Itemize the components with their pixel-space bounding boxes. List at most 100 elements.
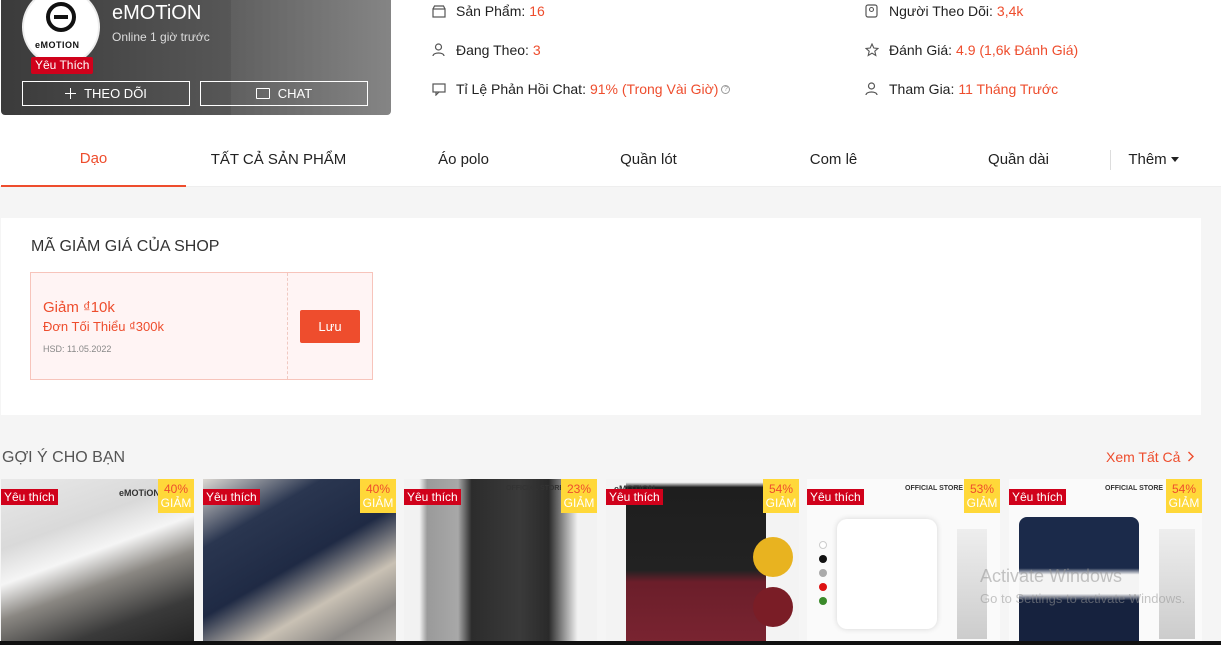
- discount-badge: 40% GIẢM: [158, 479, 194, 513]
- color-swatch-red: [753, 587, 793, 627]
- chat-icon: [431, 82, 446, 97]
- logo-text: eMOTION: [35, 40, 80, 50]
- taskbar-edge: [0, 641, 1221, 645]
- save-voucher-button[interactable]: Lưu: [300, 310, 360, 343]
- stat-chat-response-value: 91% (Trong Vài Giờ): [589, 81, 719, 97]
- product-brand: OFFICIAL STORE: [1105, 485, 1164, 492]
- see-all-label: Xem Tất Cả: [1106, 449, 1181, 465]
- stat-rating-label: Đánh Giá:: [889, 42, 953, 58]
- color-dot: [819, 541, 827, 549]
- discount-percent: 40%: [365, 482, 391, 496]
- vouchers-title: MÃ GIẢM GIÁ CỦA SHOP: [31, 238, 220, 255]
- followers-icon: [864, 4, 879, 19]
- product-card[interactable]: eMOTION Yêu thích 54%GIẢM: [606, 479, 799, 645]
- stat-chat-response: Tỉ Lệ Phản Hồi Chat: 91% (Trong Vài Giờ)…: [431, 81, 731, 97]
- favorite-badge: Yêu thích: [1009, 489, 1066, 505]
- tab-trousers[interactable]: Quần dài: [926, 132, 1111, 187]
- category-tabs: Dạo TẤT CẢ SẢN PHẨM Áo polo Quần lót Com…: [0, 132, 1221, 187]
- product-card[interactable]: OFFICIAL STORE Yêu thích 54% GIẢM: [1009, 479, 1202, 645]
- product-card[interactable]: eMOTiON Yêu thích 40% GIẢM: [1, 479, 194, 645]
- shop-name: eMOTiON: [112, 2, 202, 24]
- color-dot: [819, 555, 827, 563]
- product-brand: eMOTiON: [119, 488, 160, 498]
- stat-followers: Người Theo Dõi: 3,4k: [864, 3, 1023, 19]
- product-card[interactable]: Yêu thích 40% GIẢM: [203, 479, 396, 645]
- stat-rating: Đánh Giá: 4.9 (1,6k Đánh Giá): [864, 42, 1078, 58]
- discount-percent: 23%: [566, 482, 592, 496]
- user-joined-icon: [864, 82, 879, 97]
- favorite-badge: Yêu thích: [606, 489, 663, 505]
- stat-chat-response-label: Tỉ Lệ Phản Hồi Chat:: [456, 81, 586, 97]
- follow-label: THEO DÕI: [84, 86, 147, 101]
- chat-button[interactable]: CHAT: [200, 81, 368, 106]
- voucher-divider: [287, 273, 288, 379]
- voucher-minimum: Đơn Tối Thiểu ₫300k: [43, 319, 164, 334]
- tab-all-products[interactable]: TẤT CẢ SẢN PHẨM: [186, 132, 371, 187]
- discount-percent: 53%: [969, 482, 995, 496]
- discount-label: GIẢM: [362, 496, 394, 510]
- product-card[interactable]: OFFICIAL STORE Yêu thích 23% GIẢM: [404, 479, 597, 645]
- favorite-badge: Yêu thích: [404, 489, 461, 505]
- shop-vouchers: MÃ GIẢM GIÁ CỦA SHOP Giảm ₫10k Đơn Tối T…: [1, 218, 1201, 415]
- product-shirt-image: [837, 519, 937, 629]
- stat-joined-label: Tham Gia:: [889, 81, 955, 97]
- discount-percent: 40%: [163, 482, 189, 496]
- see-all-link[interactable]: Xem Tất Cả: [1106, 449, 1195, 465]
- plus-icon: [65, 88, 77, 99]
- shop-header: eMOTION Yêu Thích eMOTiON Online 1 giờ t…: [0, 0, 1221, 187]
- discount-badge: 23% GIẢM: [561, 479, 597, 513]
- stat-joined-value: 11 Tháng Trước: [958, 81, 1059, 97]
- voucher-expiry: HSD: 11.05.2022: [43, 344, 112, 354]
- stat-products-label: Sản Phẩm:: [456, 3, 526, 19]
- help-icon[interactable]: ?: [721, 84, 731, 94]
- caret-down-icon: [1170, 157, 1179, 162]
- stat-products-value: 16: [529, 3, 545, 19]
- chat-label: CHAT: [277, 86, 313, 101]
- tab-underwear[interactable]: Quần lót: [556, 132, 741, 187]
- color-dot: [819, 583, 827, 591]
- discount-badge: 54% GIẢM: [1166, 479, 1202, 513]
- gift-panel: [1159, 529, 1195, 639]
- favorite-badge: Yêu Thích: [31, 57, 94, 74]
- logo-mark-icon: [46, 2, 76, 32]
- follow-button[interactable]: THEO DÕI: [22, 81, 190, 106]
- store-icon: [431, 4, 446, 19]
- tab-polo[interactable]: Áo polo: [371, 132, 556, 187]
- tab-more[interactable]: Thêm: [1111, 132, 1196, 187]
- voucher-discount: Giảm ₫10k: [43, 299, 115, 316]
- discount-label: GIẢM: [563, 496, 595, 510]
- shop-card: eMOTION Yêu Thích eMOTiON Online 1 giờ t…: [1, 0, 391, 115]
- suggestions-title: GỢI Ý CHO BẠN: [2, 449, 126, 466]
- activate-windows-title: Activate Windows: [980, 566, 1123, 586]
- tab-more-label: Thêm: [1128, 151, 1167, 168]
- discount-badge: 40% GIẢM: [360, 479, 396, 513]
- product-brand: OFFICIAL STORE: [506, 485, 565, 492]
- chat-bubble-icon: [255, 88, 270, 99]
- color-dot: [819, 597, 827, 605]
- color-swatch-yellow: [753, 537, 793, 577]
- discount-label: GIẢM: [160, 496, 192, 510]
- favorite-badge: Yêu thích: [1, 489, 58, 505]
- stat-joined: Tham Gia: 11 Tháng Trước: [864, 81, 1058, 97]
- product-card[interactable]: OFFICIAL STORE Yêu thích 53% GIẢM: [807, 479, 1000, 645]
- discount-percent: 54%: [768, 482, 794, 496]
- stat-following-label: Đang Theo:: [456, 42, 529, 58]
- stat-followers-value: 3,4k: [996, 3, 1024, 19]
- discount-percent: 54%: [1171, 482, 1197, 496]
- tab-suits[interactable]: Com lê: [741, 132, 926, 187]
- stat-following-value: 3: [532, 42, 541, 58]
- discount-badge: 53% GIẢM: [964, 479, 1000, 513]
- tab-explore[interactable]: Dạo: [1, 132, 186, 187]
- favorite-badge: Yêu thích: [807, 489, 864, 505]
- shop-online-status: Online 1 giờ trước: [112, 30, 210, 44]
- discount-label: GIẢM: [765, 496, 797, 510]
- color-dot: [819, 569, 827, 577]
- discount-label: GIẢM: [1168, 496, 1200, 510]
- discount-label: GIẢM: [966, 496, 998, 510]
- activate-windows-hint: Go to Settings to activate Windows.: [980, 591, 1186, 606]
- chevron-right-icon: [1188, 451, 1195, 462]
- product-brand: OFFICIAL STORE: [905, 485, 964, 492]
- stat-rating-value: 4.9 (1,6k Đánh Giá): [956, 42, 1079, 58]
- star-icon: [864, 43, 879, 58]
- user-icon: [431, 43, 446, 58]
